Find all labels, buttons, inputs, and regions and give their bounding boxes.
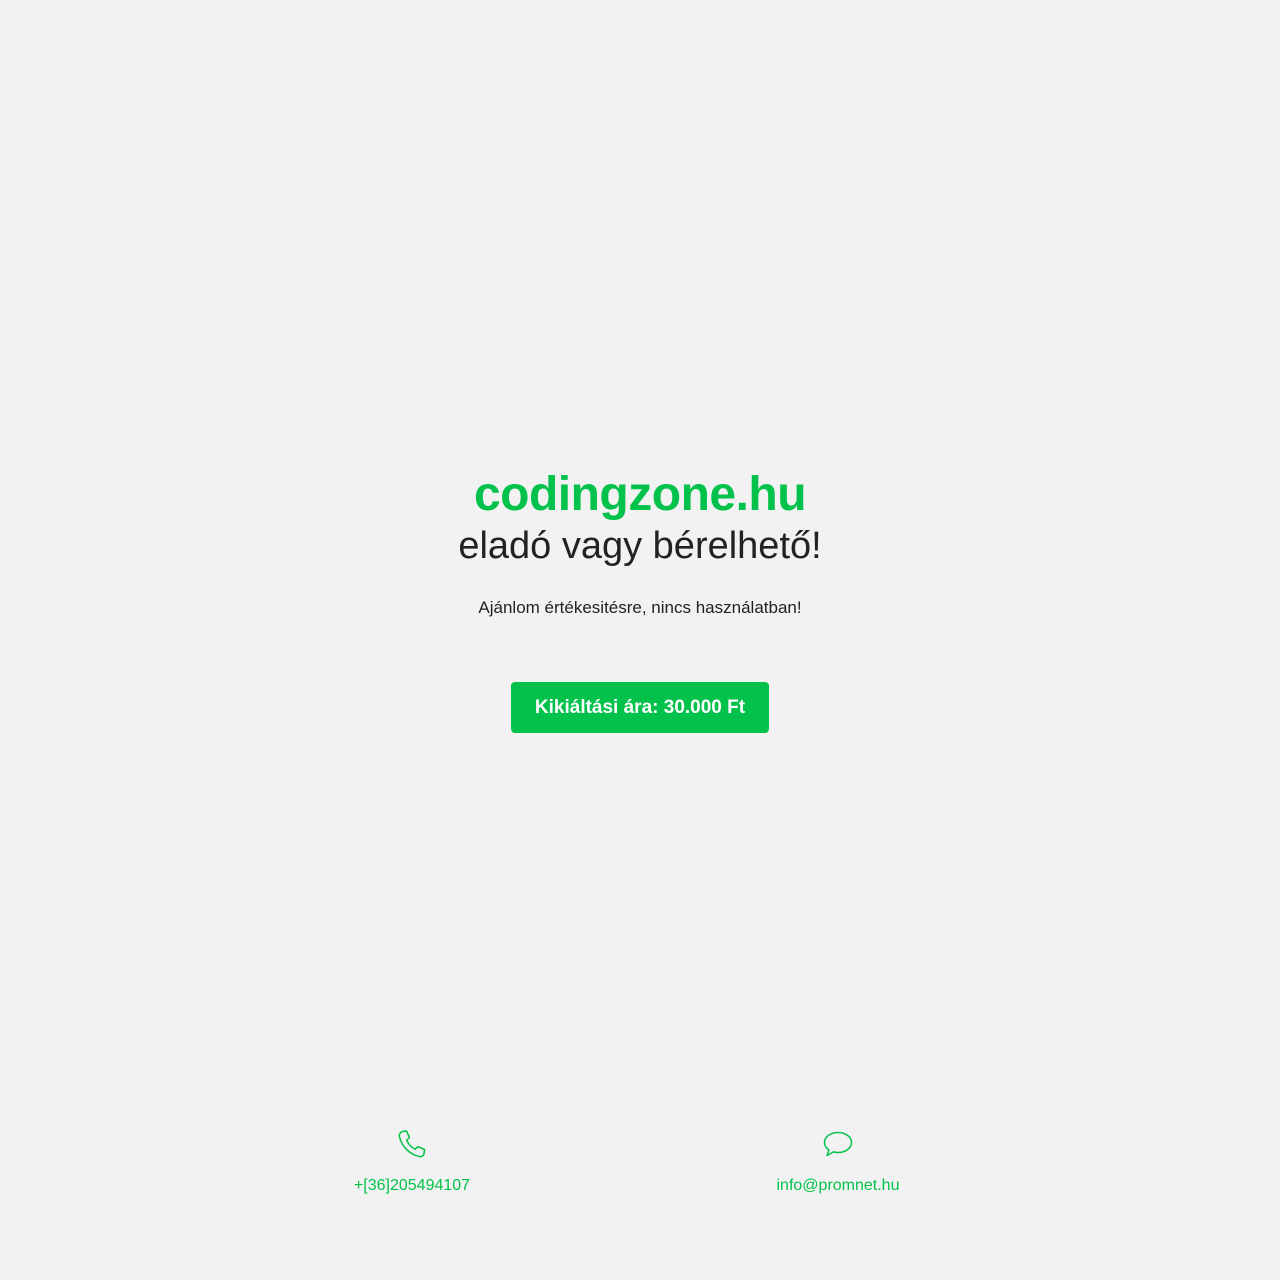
chat-bubble-icon [822,1128,854,1160]
tagline-text: Ajánlom értékesitésre, nincs használatba… [478,598,802,617]
phone-number: +[36]205494107 [353,1177,471,1194]
hero-section: codingzone.hu eladó vagy bérelhető! Aján… [0,466,1280,619]
price-button[interactable]: Kikiáltási ára: 30.000 Ft [511,682,769,733]
phone-icon [396,1128,428,1160]
phone-contact-link[interactable]: +[36]205494107 [292,1128,532,1196]
email-contact-link[interactable]: info@promnet.hu [718,1128,958,1196]
email-address: info@promnet.hu [776,1177,900,1194]
sale-subtitle: eladó vagy bérelhető! [458,525,822,567]
domain-title: codingzone.hu [473,468,807,521]
